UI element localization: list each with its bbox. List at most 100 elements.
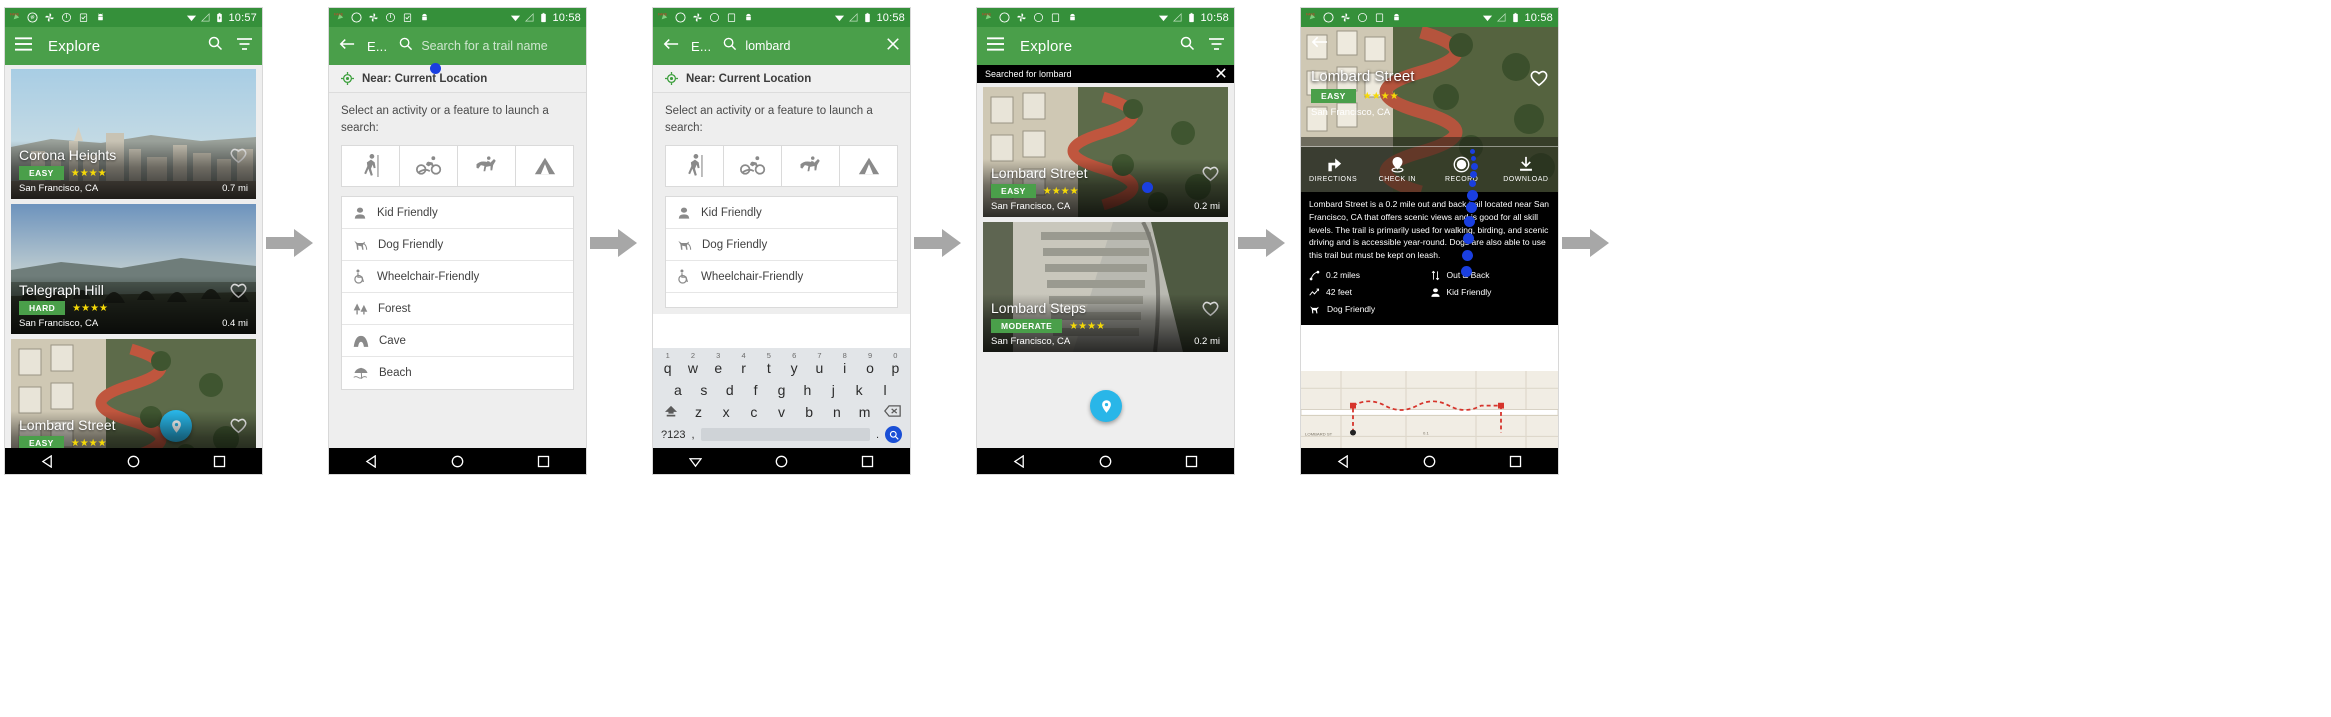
search-icon[interactable] xyxy=(1180,36,1195,56)
back-arrow-icon[interactable] xyxy=(663,37,679,56)
nav-home-icon[interactable] xyxy=(451,455,464,468)
feature-item-kid-friendly[interactable]: Kid Friendly xyxy=(666,197,897,230)
activity-mountain-biking[interactable] xyxy=(724,146,782,187)
feature-item-dog-friendly[interactable]: Dog Friendly xyxy=(342,229,573,262)
backspace-key[interactable] xyxy=(878,404,906,420)
key-f[interactable]: f xyxy=(743,382,769,398)
nav-home-icon[interactable] xyxy=(1099,455,1112,468)
activity-hiking[interactable] xyxy=(666,146,724,187)
favorite-heart-icon[interactable] xyxy=(1529,69,1549,92)
key-v[interactable]: v xyxy=(768,404,796,420)
nav-back-icon[interactable] xyxy=(41,454,54,468)
nav-recents-icon[interactable] xyxy=(1509,455,1522,468)
feature-item-dog-friendly[interactable]: Dog Friendly xyxy=(666,229,897,262)
trail-meta: HARD ★★★★ xyxy=(19,301,248,315)
nav-recents-icon[interactable] xyxy=(861,455,874,468)
feature-item-forest[interactable]: Forest xyxy=(342,293,573,326)
trail-card[interactable]: Corona Heights EASY ★★★★ San Francisco, … xyxy=(11,69,256,199)
clear-search-icon[interactable] xyxy=(886,37,900,56)
key-m[interactable]: m xyxy=(851,404,879,420)
trail-map[interactable]: LOMBARD ST 0.1 xyxy=(1301,371,1558,448)
back-arrow-icon[interactable] xyxy=(339,37,355,56)
key-q[interactable]: 1q xyxy=(655,351,680,376)
trail-card[interactable]: Lombard Steps MODERATE ★★★★ San Francisc… xyxy=(983,222,1228,352)
feature-item-kid-friendly[interactable]: Kid Friendly xyxy=(342,197,573,230)
action-download[interactable]: DOWNLOAD xyxy=(1494,147,1558,192)
activity-camping[interactable] xyxy=(840,146,897,186)
feature-item-wheelchair[interactable]: Wheelchair-Friendly xyxy=(342,261,573,294)
key-u[interactable]: 7u xyxy=(807,351,832,376)
trail-card[interactable]: Lombard Street EASY ★★★★ San Francisco, … xyxy=(983,87,1228,217)
key-g[interactable]: g xyxy=(769,382,795,398)
key-p[interactable]: 0p xyxy=(883,351,908,376)
key-e[interactable]: 3e xyxy=(706,351,731,376)
space-key[interactable] xyxy=(700,428,870,441)
key-z[interactable]: z xyxy=(685,404,713,420)
trail-card[interactable]: Lombard Street EASY ★★★★ San Francisco, … xyxy=(11,339,256,448)
nav-back-icon[interactable] xyxy=(1013,454,1026,468)
key-j[interactable]: j xyxy=(820,382,846,398)
search-submit-key[interactable] xyxy=(885,426,902,443)
activity-mountain-biking[interactable] xyxy=(400,146,458,187)
key-b[interactable]: b xyxy=(795,404,823,420)
activity-camping[interactable] xyxy=(516,146,573,186)
search-input[interactable]: Search for a trail name xyxy=(421,39,576,53)
search-input[interactable]: lombard xyxy=(745,39,900,53)
filter-icon[interactable] xyxy=(1209,37,1224,56)
key-o[interactable]: 9o xyxy=(857,351,882,376)
feature-label: Forest xyxy=(378,302,411,315)
key-l[interactable]: l xyxy=(872,382,898,398)
filter-icon[interactable] xyxy=(237,37,252,56)
nav-home-icon[interactable] xyxy=(1423,455,1436,468)
key-d[interactable]: d xyxy=(717,382,743,398)
key-s[interactable]: s xyxy=(691,382,717,398)
nav-back-icon[interactable] xyxy=(689,455,703,468)
key-r[interactable]: 4r xyxy=(731,351,756,376)
key-c[interactable]: c xyxy=(740,404,768,420)
shift-key[interactable] xyxy=(657,404,685,420)
key-w[interactable]: 2w xyxy=(680,351,705,376)
feature-item-wheelchair[interactable]: Wheelchair-Friendly xyxy=(666,261,897,294)
map-fab-button[interactable] xyxy=(1090,390,1122,422)
searched-banner-close-icon[interactable] xyxy=(1216,68,1226,80)
period-key[interactable]: . xyxy=(876,429,879,441)
trail-card[interactable]: Telegraph Hill HARD ★★★★ San Francisco, … xyxy=(11,204,256,334)
action-label: DOWNLOAD xyxy=(1503,176,1549,183)
activity-horseback-riding[interactable] xyxy=(782,146,840,187)
nav-recents-icon[interactable] xyxy=(1185,455,1198,468)
search-icon[interactable] xyxy=(399,37,413,56)
key-h[interactable]: h xyxy=(794,382,820,398)
feature-item-cave[interactable]: Cave xyxy=(342,325,573,358)
key-n[interactable]: n xyxy=(823,404,851,420)
action-check-in[interactable]: CHECK IN xyxy=(1365,147,1429,192)
search-icon[interactable] xyxy=(208,36,223,56)
key-x[interactable]: x xyxy=(712,404,740,420)
activity-hiking[interactable] xyxy=(342,146,400,187)
symbols-key[interactable]: ?123 xyxy=(661,429,685,441)
hamburger-icon[interactable] xyxy=(15,36,32,56)
key-a[interactable]: a xyxy=(665,382,691,398)
key-k[interactable]: k xyxy=(846,382,872,398)
forest-icon xyxy=(353,303,368,315)
key-t[interactable]: 5t xyxy=(756,351,781,376)
nav-back-icon[interactable] xyxy=(1337,454,1350,468)
nav-back-icon[interactable] xyxy=(365,454,378,468)
near-location-bar[interactable]: Near: Current Location xyxy=(329,65,586,93)
nav-recents-icon[interactable] xyxy=(537,455,550,468)
action-record[interactable]: RECORD xyxy=(1430,147,1494,192)
comma-key[interactable]: , xyxy=(691,429,694,441)
action-directions[interactable]: DIRECTIONS xyxy=(1301,147,1365,192)
hamburger-icon[interactable] xyxy=(987,36,1004,56)
activity-horseback-riding[interactable] xyxy=(458,146,516,187)
nav-home-icon[interactable] xyxy=(775,455,788,468)
trail-card-list[interactable]: Corona Heights EASY ★★★★ San Francisco, … xyxy=(5,65,262,448)
feature-item-partial[interactable] xyxy=(666,293,897,307)
feature-item-beach[interactable]: Beach xyxy=(342,357,573,389)
search-icon[interactable] xyxy=(723,37,737,56)
key-i[interactable]: 8i xyxy=(832,351,857,376)
back-arrow-icon[interactable] xyxy=(1311,35,1328,54)
key-y[interactable]: 6y xyxy=(782,351,807,376)
nav-home-icon[interactable] xyxy=(127,455,140,468)
near-location-bar[interactable]: Near: Current Location xyxy=(653,65,910,93)
nav-recents-icon[interactable] xyxy=(213,455,226,468)
